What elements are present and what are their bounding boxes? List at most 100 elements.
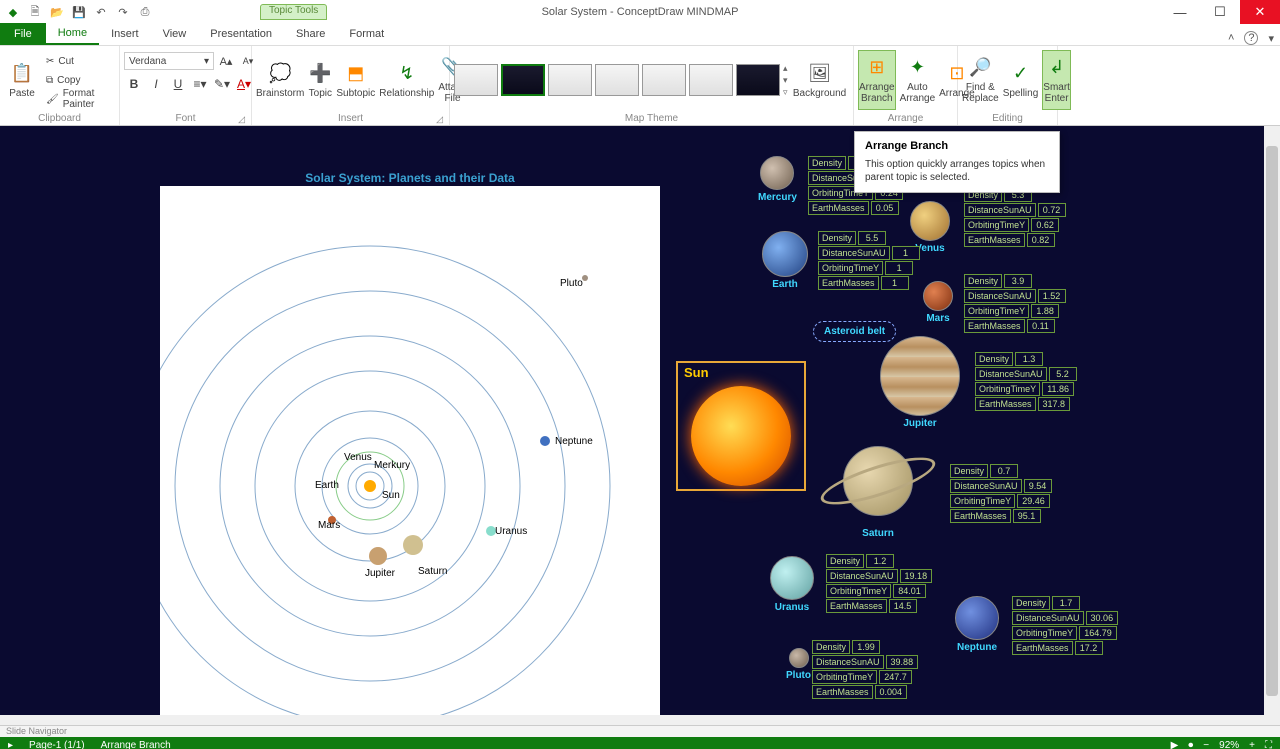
save-icon[interactable]: 💾 <box>70 3 88 21</box>
field-value: 1 <box>885 261 913 275</box>
ribbon: 📋 Paste ✂Cut ⧉Copy 🖌Format Painter Clipb… <box>0 46 1280 126</box>
data-jupiter[interactable]: Density1.3DistanceSunAU5.2OrbitingTimeY1… <box>975 352 1077 411</box>
highlight-button[interactable]: ✎▾ <box>212 74 232 94</box>
group-label-arrange: Arrange <box>858 112 953 125</box>
auto-arrange-button[interactable]: ✦Auto Arrange <box>900 50 936 110</box>
grow-font-button[interactable]: A▴ <box>216 51 236 71</box>
planet-mercury[interactable]: Mercury <box>758 156 797 203</box>
find-replace-button[interactable]: 🔎Find & Replace <box>962 50 999 110</box>
present-icon[interactable]: ▶ <box>1171 740 1179 749</box>
underline-button[interactable]: U <box>168 74 188 94</box>
file-tab[interactable]: File <box>0 23 46 45</box>
open-icon[interactable]: 📂 <box>48 3 66 21</box>
sun-image <box>678 382 804 489</box>
cut-button[interactable]: ✂Cut <box>44 52 115 70</box>
fit-window-icon[interactable]: ⛶ <box>1265 740 1272 749</box>
font-dialog-launcher[interactable]: ◿ <box>238 114 245 125</box>
data-neptune[interactable]: Density1.7DistanceSunAU30.06OrbitingTime… <box>1012 596 1118 655</box>
theme-scroll-down[interactable]: ▾ <box>783 75 788 86</box>
theme-thumb-2[interactable] <box>501 64 545 96</box>
sun-node[interactable]: Sun <box>676 361 806 491</box>
field-label: OrbitingTimeY <box>818 261 883 275</box>
data-venus[interactable]: Density5.3DistanceSunAU0.72OrbitingTimeY… <box>964 188 1066 247</box>
maximize-button[interactable]: ☐ <box>1200 0 1240 24</box>
relationship-button[interactable]: ↯Relationship <box>379 50 434 110</box>
tab-format[interactable]: Format <box>337 23 396 45</box>
group-label-font: Font◿ <box>124 112 247 125</box>
data-saturn[interactable]: Density0.7DistanceSunAU9.54OrbitingTimeY… <box>950 464 1052 523</box>
copy-icon: ⧉ <box>46 75 53 86</box>
canvas[interactable]: Arrange Branch This option quickly arran… <box>0 126 1280 725</box>
planet-saturn[interactable]: Saturn <box>818 436 938 539</box>
slide-navigator[interactable]: Slide Navigator <box>0 725 1280 737</box>
smart-enter-button[interactable]: ↲Smart Enter <box>1042 50 1071 110</box>
theme-scroll-up[interactable]: ▴ <box>783 63 788 74</box>
theme-thumb-5[interactable] <box>642 64 686 96</box>
group-label-insert: Insert◿ <box>256 112 445 125</box>
help-icon[interactable]: ? <box>1244 31 1258 45</box>
undo-icon[interactable]: ↶ <box>92 3 110 21</box>
redo-icon[interactable]: ↷ <box>114 3 132 21</box>
planet-neptune[interactable]: Neptune <box>955 596 999 653</box>
theme-thumb-1[interactable] <box>454 64 498 96</box>
topic-button[interactable]: ➕Topic <box>308 50 332 110</box>
qat-app-icon[interactable]: ◆ <box>4 3 22 21</box>
arrange-branch-button[interactable]: ⊞Arrange Branch <box>858 50 896 110</box>
background-button[interactable]: 🖼Background <box>791 50 849 110</box>
format-painter-button[interactable]: 🖌Format Painter <box>44 90 115 108</box>
paste-button[interactable]: 📋 Paste <box>4 50 40 110</box>
align-button[interactable]: ≡▾ <box>190 74 210 94</box>
zoom-out-button[interactable]: − <box>1203 740 1209 749</box>
new-icon[interactable]: 🗎 <box>26 3 44 21</box>
planet-pluto[interactable]: Pluto <box>786 648 811 681</box>
collapse-ribbon-icon[interactable]: ˄ <box>1228 32 1234 44</box>
zoom-level[interactable]: 92% <box>1219 740 1239 749</box>
planet-earth[interactable]: Earth <box>762 231 808 290</box>
horizontal-scrollbar[interactable] <box>0 715 1264 725</box>
data-earth[interactable]: Density5.5DistanceSunAU1OrbitingTimeY1Ea… <box>818 231 920 290</box>
field-value: 1.7 <box>1052 596 1080 610</box>
insert-dialog-launcher[interactable]: ◿ <box>436 114 443 125</box>
tab-share[interactable]: Share <box>284 23 337 45</box>
data-pluto[interactable]: Density1.99DistanceSunAU39.88OrbitingTim… <box>812 640 918 699</box>
binoculars-icon: 🔎 <box>968 56 992 80</box>
status-ready-icon: ▸ <box>8 740 13 749</box>
orbit-diagram[interactable]: Pluto Neptune Uranus Saturn Jupiter Mars… <box>160 186 660 716</box>
theme-thumb-3[interactable] <box>548 64 592 96</box>
theme-thumb-7[interactable] <box>736 64 780 96</box>
record-icon[interactable]: ⏺ <box>1188 740 1193 749</box>
status-page[interactable]: Page-1 (1/1) <box>29 740 85 749</box>
window-title: Solar System - ConceptDraw MINDMAP <box>542 6 739 18</box>
subtopic-button[interactable]: ⬒Subtopic <box>336 50 375 110</box>
tab-view[interactable]: View <box>151 23 199 45</box>
font-family-combo[interactable]: Verdana▾ <box>124 52 214 70</box>
theme-thumb-6[interactable] <box>689 64 733 96</box>
zoom-in-button[interactable]: + <box>1249 740 1255 749</box>
spelling-button[interactable]: ✓Spelling <box>1003 50 1039 110</box>
field-value: 247.7 <box>879 670 912 684</box>
planet-uranus[interactable]: Uranus <box>770 556 814 613</box>
data-uranus[interactable]: Density1.2DistanceSunAU19.18OrbitingTime… <box>826 554 932 613</box>
theme-thumb-4[interactable] <box>595 64 639 96</box>
font-color-button[interactable]: A▾ <box>234 74 254 94</box>
brainstorm-button[interactable]: 💭Brainstorm <box>256 50 304 110</box>
relationship-icon: ↯ <box>395 62 419 86</box>
bold-button[interactable]: B <box>124 74 144 94</box>
planet-jupiter[interactable]: Jupiter <box>880 336 960 429</box>
field-value: 0.62 <box>1031 218 1059 232</box>
planet-mars[interactable]: Mars <box>923 281 953 324</box>
theme-gallery-expand[interactable]: ▿ <box>783 87 788 98</box>
minimize-button[interactable]: — <box>1160 0 1200 24</box>
data-mars[interactable]: Density3.9DistanceSunAU1.52OrbitingTimeY… <box>964 274 1066 333</box>
print-icon[interactable]: ⎙ <box>136 3 154 21</box>
tab-presentation[interactable]: Presentation <box>198 23 284 45</box>
close-button[interactable]: ✕ <box>1240 0 1280 24</box>
tab-insert[interactable]: Insert <box>99 23 151 45</box>
svg-text:Pluto: Pluto <box>560 278 583 289</box>
dropdown-icon[interactable]: ▾ <box>1268 32 1274 45</box>
copy-button[interactable]: ⧉Copy <box>44 71 115 89</box>
field-label: EarthMasses <box>826 599 887 613</box>
tab-home[interactable]: Home <box>46 23 99 45</box>
vertical-scrollbar[interactable] <box>1264 126 1280 725</box>
italic-button[interactable]: I <box>146 74 166 94</box>
